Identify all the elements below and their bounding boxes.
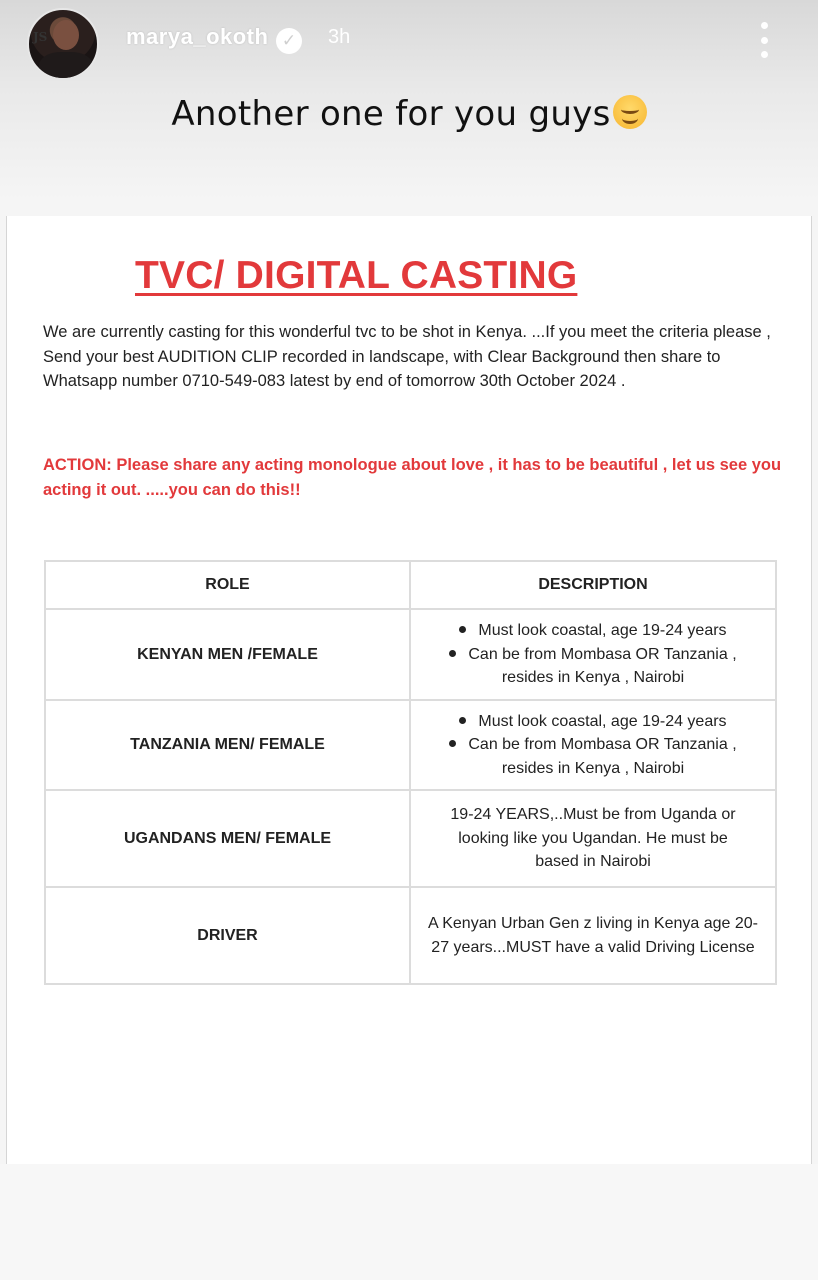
description-column-header: DESCRIPTION	[409, 560, 777, 610]
document-title: TVC/ DIGITAL CASTING	[135, 254, 578, 297]
bullet-item: Can be from Mombasa OR Tanzania ,	[417, 643, 769, 667]
description-cell: A Kenyan Urban Gen z living in Kenya age…	[409, 886, 777, 985]
bullet-item: Can be from Mombasa OR Tanzania ,	[417, 733, 769, 757]
table-row: KENYAN MEN /FEMALE Must look coastal, ag…	[44, 608, 777, 701]
avatar-badge: JS	[33, 30, 48, 44]
table-row: DRIVER A Kenyan Urban Gen z living in Ke…	[44, 886, 777, 985]
avatar-body	[39, 52, 93, 78]
description-cell: Must look coastal, age 19-24 years Can b…	[409, 608, 777, 701]
role-cell: UGANDANS MEN/ FEMALE	[44, 789, 411, 888]
caption-text: Another one for you guys	[171, 94, 611, 134]
table-row: UGANDANS MEN/ FEMALE 19-24 YEARS,..Must …	[44, 789, 777, 888]
verified-icon: ✓	[276, 28, 302, 54]
bullet-item: Must look coastal, age 19-24 years	[417, 619, 769, 643]
avatar[interactable]: JS	[27, 8, 99, 80]
bullet-continuation: resides in Kenya , Nairobi	[501, 669, 685, 687]
description-cell: Must look coastal, age 19-24 years Can b…	[409, 699, 777, 791]
intro-paragraph: We are currently casting for this wonder…	[43, 323, 771, 390]
story-footer	[0, 1164, 818, 1280]
more-options-icon[interactable]	[754, 20, 774, 60]
username[interactable]: marya_okoth	[126, 24, 268, 50]
story-header: JS marya_okoth ✓ 3h	[0, 0, 818, 80]
role-cell: DRIVER	[44, 886, 411, 985]
role-cell: KENYAN MEN /FEMALE	[44, 608, 411, 701]
roles-table: ROLE DESCRIPTION KENYAN MEN /FEMALE Must…	[44, 560, 777, 985]
casting-document: TVC/ DIGITAL CASTING We are currently ca…	[6, 216, 812, 1164]
role-column-header: ROLE	[44, 560, 411, 610]
role-cell: TANZANIA MEN/ FEMALE	[44, 699, 411, 791]
avatar-face	[53, 20, 79, 50]
table-header-row: ROLE DESCRIPTION	[44, 560, 777, 610]
bullet-continuation: resides in Kenya , Nairobi	[501, 759, 685, 777]
smiling-face-icon	[612, 95, 647, 129]
story-caption: Another one for you guys	[0, 94, 818, 134]
description-cell: 19-24 YEARS,..Must be from Uganda or loo…	[409, 789, 777, 888]
table-row: TANZANIA MEN/ FEMALE Must look coastal, …	[44, 699, 777, 791]
post-time: 3h	[328, 26, 351, 48]
action-paragraph: ACTION: Please share any acting monologu…	[43, 456, 782, 499]
bullet-item: Must look coastal, age 19-24 years	[417, 710, 769, 734]
